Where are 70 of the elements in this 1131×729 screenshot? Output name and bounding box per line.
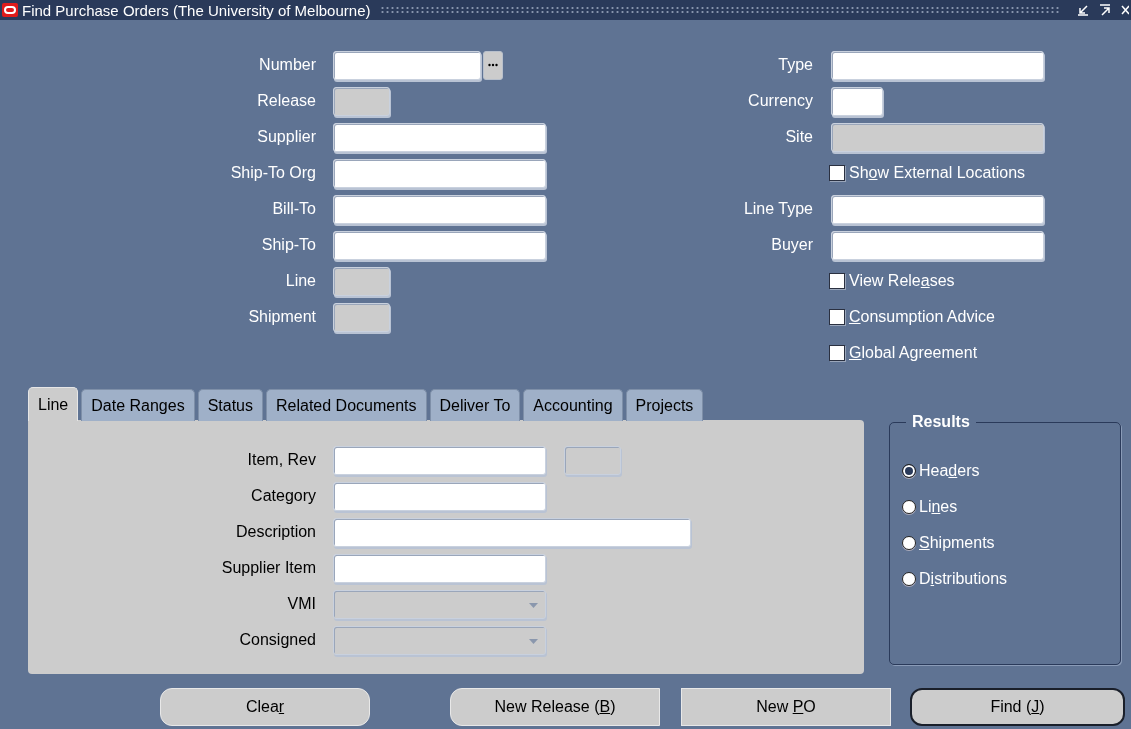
group-title: Results xyxy=(911,413,971,431)
input-field[interactable] xyxy=(333,481,546,511)
tab[interactable]: Deliver To xyxy=(429,389,521,421)
radio-label[interactable]: Shipments xyxy=(919,534,995,552)
tab[interactable]: Date Ranges xyxy=(81,389,195,421)
field-label: Bill-To xyxy=(271,200,316,218)
field-label: Number xyxy=(258,56,316,74)
window-title: Find Purchase Orders (The University of Melbourne) xyxy=(22,1,371,19)
input-field[interactable] xyxy=(333,445,546,475)
checkbox[interactable] xyxy=(829,309,845,325)
input-field[interactable] xyxy=(831,230,1044,260)
field-label: Supplier xyxy=(256,128,316,146)
radio-button[interactable] xyxy=(902,500,916,514)
tab[interactable]: Related Documents xyxy=(266,389,427,421)
field-label: Line Type xyxy=(742,200,813,218)
field-label: Supplier Item xyxy=(220,559,316,577)
input-field[interactable] xyxy=(831,86,883,116)
input-field[interactable] xyxy=(831,50,1044,80)
input-field[interactable] xyxy=(333,553,546,583)
radio-button[interactable] xyxy=(902,536,916,550)
radio-label[interactable]: Distributions xyxy=(919,570,1008,588)
ellipsis-icon xyxy=(488,63,498,67)
action-button[interactable]: New Release (B) xyxy=(450,688,660,726)
close-icon[interactable] xyxy=(1121,4,1129,16)
field-label: Ship-To xyxy=(260,236,316,254)
checkbox-label[interactable]: Show External Locations xyxy=(849,164,1026,182)
radio-label[interactable]: Headers xyxy=(919,462,980,480)
field-label: Site xyxy=(784,128,813,146)
input-field[interactable] xyxy=(564,445,621,475)
checkbox-label[interactable]: Global Agreement xyxy=(849,344,978,362)
input-field[interactable] xyxy=(333,194,546,224)
field-label: Type xyxy=(777,56,813,74)
field-label: Category xyxy=(250,487,316,505)
checkbox[interactable] xyxy=(829,165,845,181)
input-field[interactable] xyxy=(333,158,546,188)
input-field[interactable] xyxy=(333,50,481,80)
field-label: VMI xyxy=(286,595,316,613)
input-field[interactable] xyxy=(831,194,1044,224)
tab[interactable]: Status xyxy=(197,389,263,421)
logo-icon xyxy=(2,3,18,17)
radio-label[interactable]: Lines xyxy=(919,498,958,516)
input-field[interactable] xyxy=(333,517,691,547)
field-label: Description xyxy=(234,523,316,541)
caret-icon xyxy=(529,602,538,608)
tab[interactable]: Accounting xyxy=(523,389,623,421)
action-button[interactable]: Find (J) xyxy=(910,688,1125,726)
checkbox[interactable] xyxy=(829,273,845,289)
more-button[interactable] xyxy=(483,50,503,80)
field-label: Line xyxy=(284,272,316,290)
action-button[interactable]: New PO xyxy=(681,688,891,726)
field-label: Consigned xyxy=(238,631,316,649)
field-label: Ship-To Org xyxy=(229,164,316,182)
checkbox[interactable] xyxy=(829,345,845,361)
field-label: Item, Rev xyxy=(246,451,316,469)
maximize-icon[interactable] xyxy=(1099,4,1111,16)
input-field[interactable] xyxy=(333,122,546,152)
input-field[interactable] xyxy=(333,230,546,260)
caret-icon xyxy=(529,638,538,644)
radio-button[interactable] xyxy=(902,572,916,586)
tab[interactable]: Projects xyxy=(625,389,704,421)
field-label: Shipment xyxy=(247,308,316,326)
minimize-icon[interactable] xyxy=(1077,4,1089,16)
field-label: Currency xyxy=(747,92,813,110)
tab[interactable]: Line xyxy=(28,387,79,421)
checkbox-label[interactable]: Consumption Advice xyxy=(849,308,995,326)
action-button[interactable]: Clear xyxy=(160,688,370,726)
checkbox-label[interactable]: View Releases xyxy=(849,272,955,290)
field-label: Release xyxy=(256,92,316,110)
field-label: Buyer xyxy=(770,236,813,254)
radio-button[interactable] xyxy=(902,464,916,478)
